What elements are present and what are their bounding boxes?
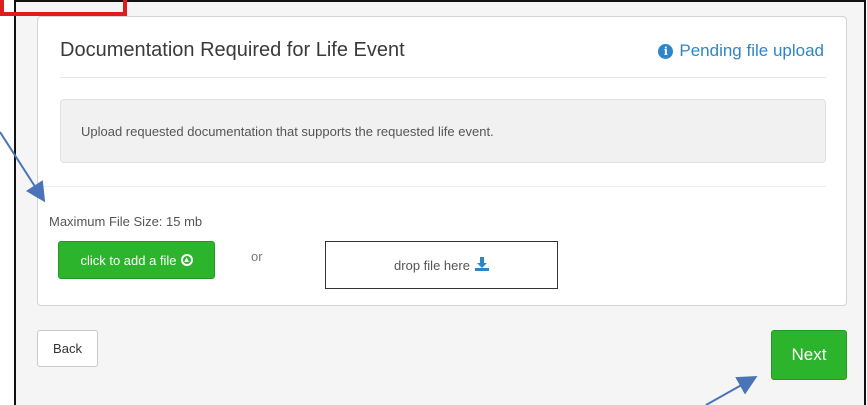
add-file-button-label: click to add a file [80,252,177,268]
documentation-card: Documentation Required for Life Event i … [37,16,847,306]
or-separator: or [251,249,263,264]
info-circle-icon: i [658,43,674,59]
max-file-size-label: Maximum File Size: 15 mb [49,214,203,229]
annotation-highlight-box [0,0,127,16]
file-drop-zone[interactable]: drop file here [325,241,558,289]
card-title: Documentation Required for Life Event [60,39,405,61]
upload-circle-icon: ▲ [180,254,193,266]
back-button[interactable]: Back [37,330,98,367]
add-file-button[interactable]: click to add a file ▲ [58,241,215,279]
next-button[interactable]: Next [771,330,847,380]
title-divider [60,77,826,78]
instruction-text: Upload requested documentation that supp… [81,124,494,139]
pending-status-label: Pending file upload [679,41,824,60]
pending-status: i Pending file upload [658,41,824,61]
instruction-notice: Upload requested documentation that supp… [60,99,826,163]
section-divider [38,186,826,187]
drop-zone-label: drop file here [394,257,470,273]
download-icon [474,256,489,274]
